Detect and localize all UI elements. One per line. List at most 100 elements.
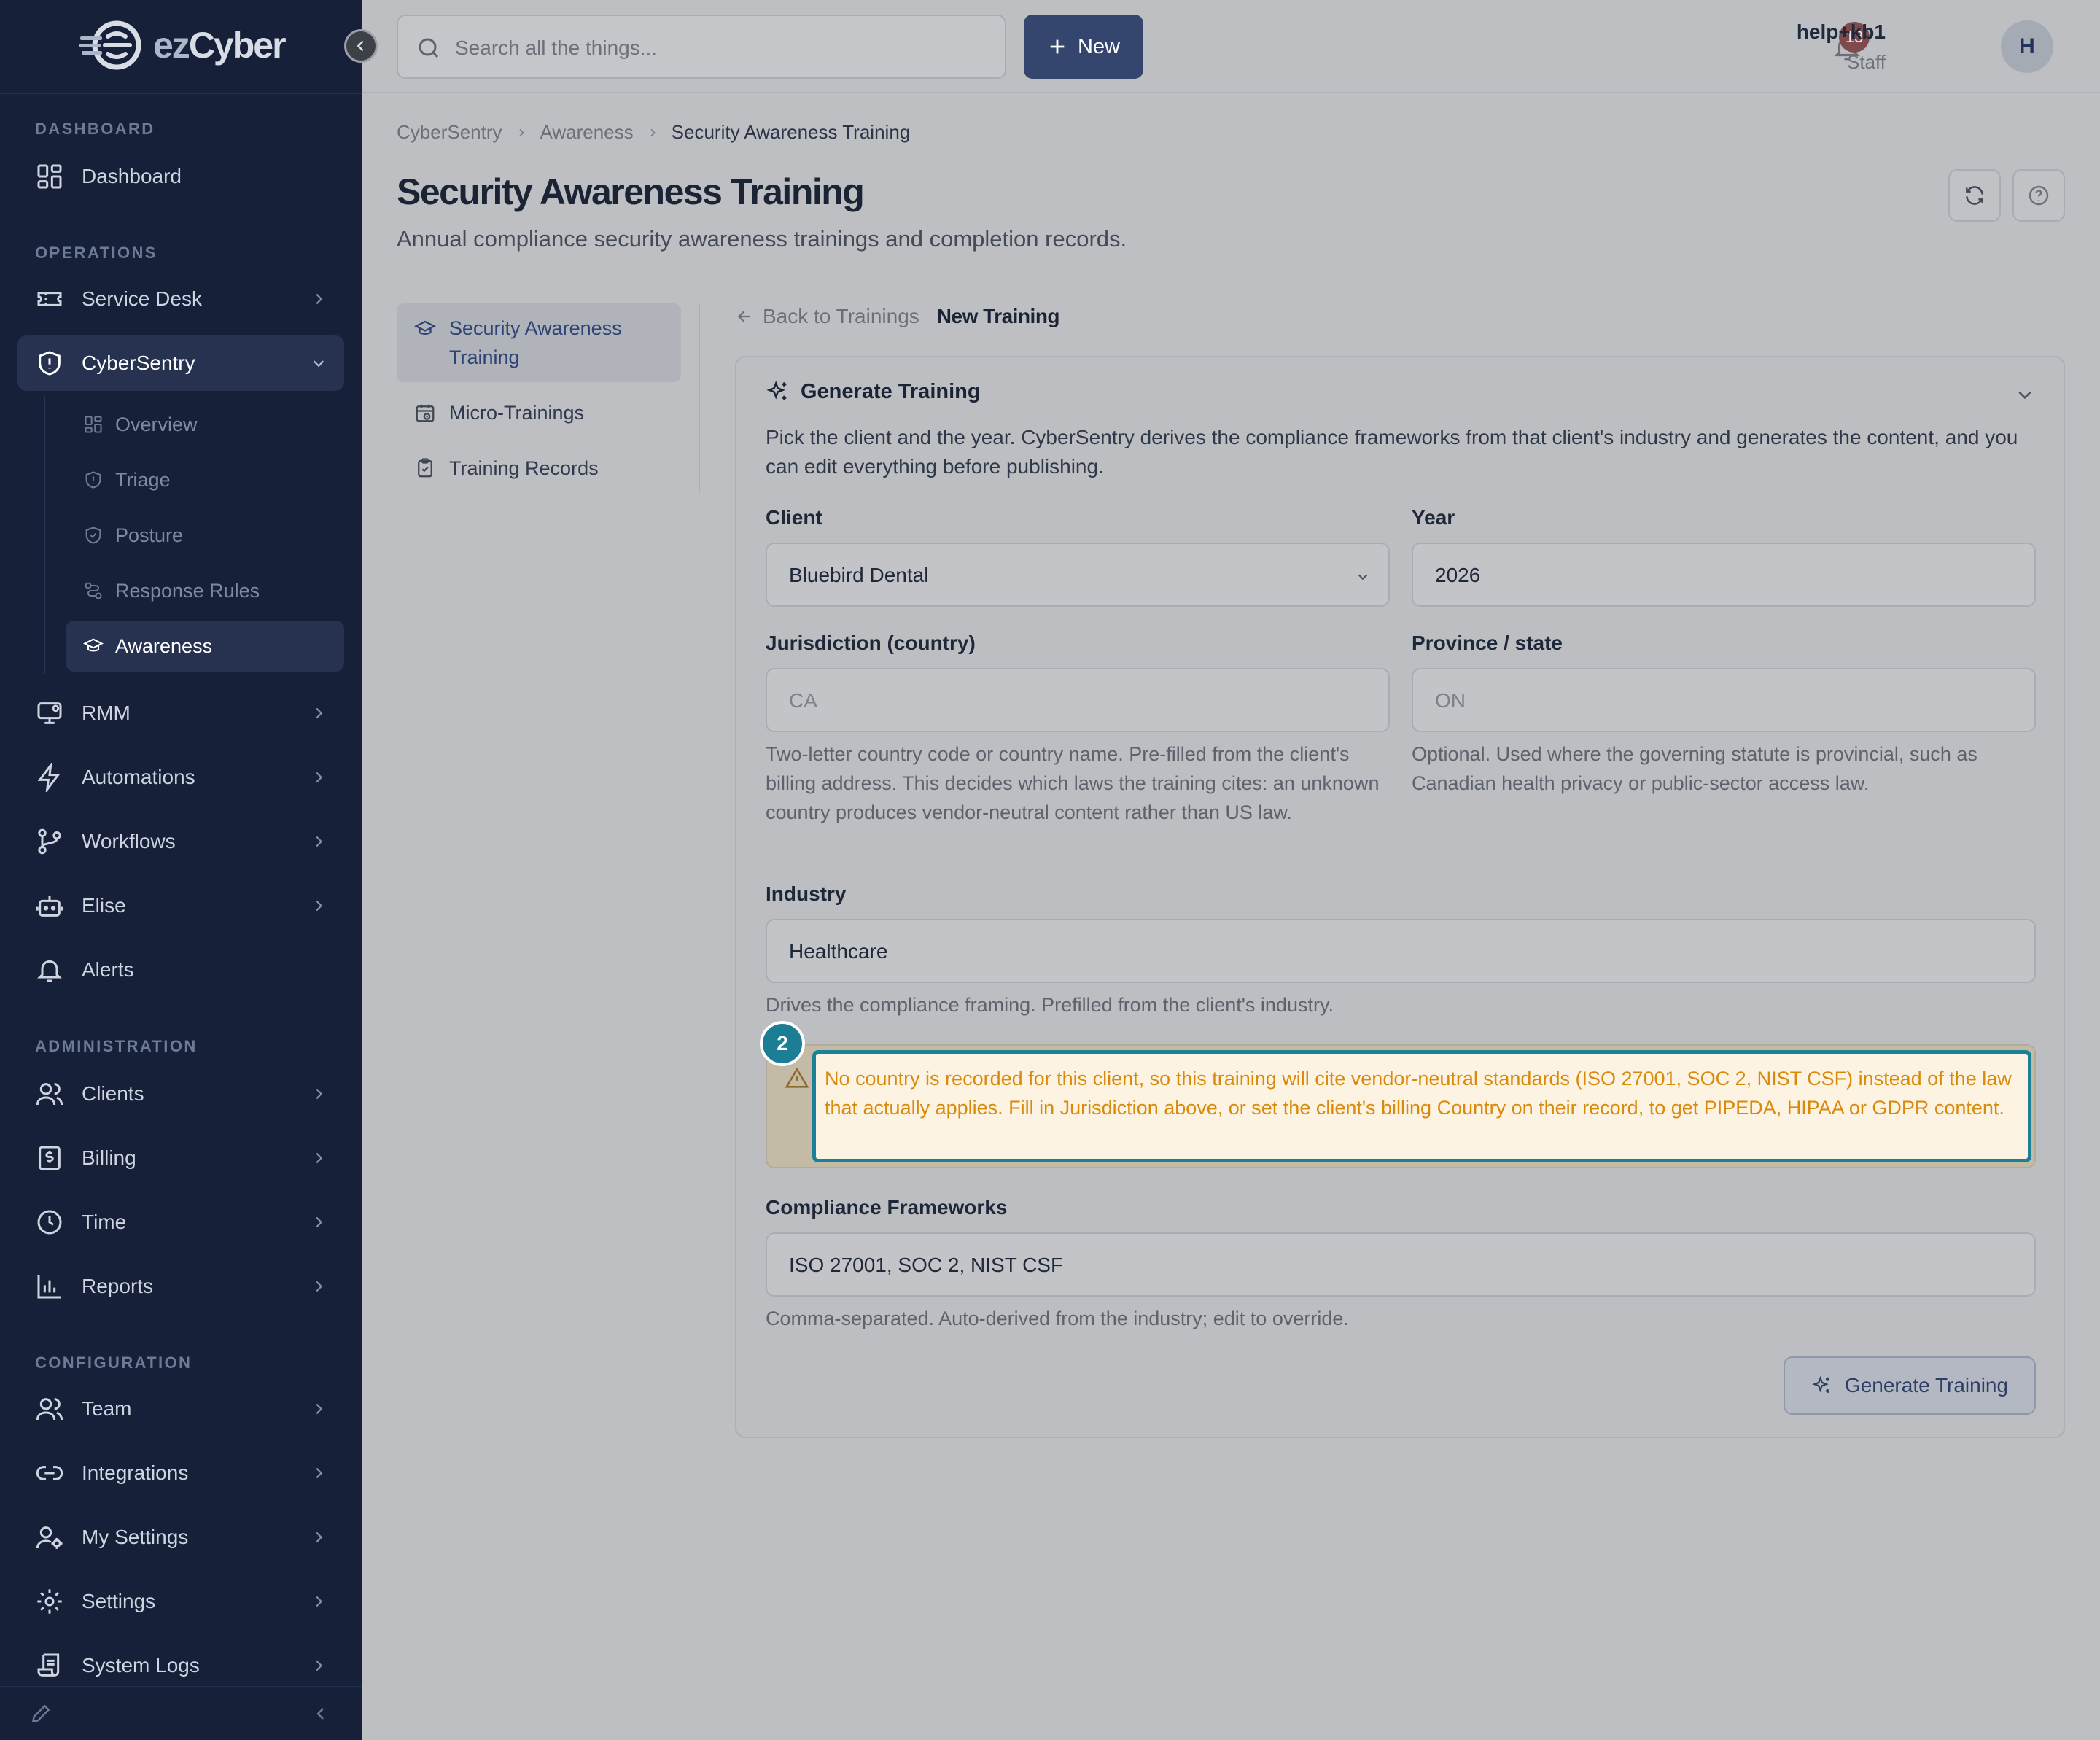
sidebar-item-label: CyberSentry [82, 352, 195, 374]
submenu-guide-line [44, 397, 45, 674]
sidebar-item-elise[interactable]: Elise [18, 878, 344, 933]
jurisdiction-label: Jurisdiction (country) [766, 632, 976, 654]
refresh-icon [1966, 186, 1983, 205]
sidebar-item-cybersentry[interactable]: CyberSentry [18, 335, 344, 391]
avatar[interactable]: H [2001, 20, 2053, 73]
sparkles-icon [1812, 1375, 1829, 1393]
users-icon [35, 1079, 64, 1108]
sidebar-subitem-label: Posture [115, 524, 184, 546]
sidebar-item-team[interactable]: Team [18, 1381, 344, 1437]
refresh-button[interactable] [1948, 169, 2001, 222]
shield-check-icon [83, 525, 104, 545]
sidebar-subitem-awareness[interactable]: Awareness [66, 621, 344, 672]
sidebar-subitem-label: Awareness [115, 634, 213, 657]
sidebar-item-workflows[interactable]: Workflows [18, 814, 344, 869]
card-header[interactable]: Generate Training [766, 379, 981, 404]
sidebar-item-billing[interactable]: Billing [18, 1130, 344, 1186]
frameworks-input[interactable]: ISO 27001, SOC 2, NIST CSF [766, 1232, 2036, 1297]
sidebar-subitem-triage[interactable]: Triage [66, 454, 344, 505]
breadcrumb-cybersentry[interactable]: CyberSentry [397, 121, 502, 144]
user-name[interactable]: help+kb1 [1797, 20, 1886, 44]
industry-input[interactable]: Healthcare [766, 919, 2036, 983]
sidebar-item-time[interactable]: Time [18, 1195, 344, 1250]
generate-training-button[interactable]: Generate Training [1784, 1356, 2036, 1415]
sidebar-subitem-overview[interactable]: Overview [66, 399, 344, 450]
breadcrumb-current: Security Awareness Training [671, 121, 911, 143]
sidebar-item-automations[interactable]: Automations [18, 750, 344, 805]
card-description: Pick the client and the year. CyberSentr… [766, 426, 2018, 478]
user-role: Staff [1846, 51, 1886, 73]
sidebar-item-integrations[interactable]: Integrations [18, 1445, 344, 1501]
shield-icon [83, 470, 104, 490]
grid-icon [83, 414, 104, 435]
bell-icon [35, 955, 64, 984]
sidebar-item-label: System Logs [82, 1654, 200, 1677]
chevron-right-icon [311, 291, 327, 307]
subnav-micro-trainings[interactable]: Micro-Trainings [397, 397, 681, 429]
chevron-right-icon [311, 1529, 327, 1545]
frameworks-label: Compliance Frameworks [766, 1196, 1008, 1219]
sidebar-item-my-settings[interactable]: My Settings [18, 1510, 344, 1565]
province-placeholder: ON [1435, 689, 1466, 712]
sidebar-item-label: Clients [82, 1082, 144, 1105]
collapse-sidebar-icon[interactable] [312, 1705, 330, 1722]
sidebar-item-dashboard[interactable]: Dashboard [18, 149, 344, 204]
pencil-icon[interactable] [29, 1702, 52, 1725]
grid-icon [35, 162, 64, 191]
plus-icon [1050, 39, 1065, 54]
subnav-training-records[interactable]: Training Records [397, 452, 681, 484]
sidebar-item-label: Elise [82, 894, 126, 917]
help-button[interactable] [2012, 169, 2065, 222]
sidebar-item-label: My Settings [82, 1526, 189, 1548]
back-to-trainings-link[interactable]: Back to Trainings [763, 305, 919, 328]
sidebar-subitem-response-rules[interactable]: Response Rules [66, 565, 344, 616]
warning-highlight: No country is recorded for this client, … [812, 1050, 2031, 1162]
province-input[interactable]: ON [1412, 668, 2036, 732]
sidebar-subitem-posture[interactable]: Posture [66, 510, 344, 561]
sidebar-item-label: RMM [82, 702, 131, 724]
sidebar-item-label: Settings [82, 1590, 156, 1612]
breadcrumb-awareness[interactable]: Awareness [540, 121, 634, 144]
chevron-right-icon [311, 834, 327, 850]
jurisdiction-input[interactable]: CA [766, 668, 1390, 732]
section-administration: ADMINISTRATION [35, 1037, 198, 1055]
search-input[interactable]: Search all the things... [397, 15, 1006, 79]
chevron-left-icon [357, 40, 364, 52]
industry-help: Drives the compliance framing. Prefilled… [766, 994, 1334, 1016]
sidebar-item-service-desk[interactable]: Service Desk [18, 271, 344, 327]
ezcyber-logo[interactable]: ezCyber [79, 18, 287, 73]
graduation-cap-icon [82, 636, 104, 656]
sidebar-item-reports[interactable]: Reports [18, 1259, 344, 1314]
client-select[interactable]: Bluebird Dental [766, 543, 1390, 607]
sidebar-item-settings[interactable]: Settings [18, 1574, 344, 1629]
sidebar-item-system-logs[interactable]: System Logs [18, 1638, 344, 1693]
jurisdiction-help: Two-letter country code or country name.… [766, 743, 1380, 823]
sidebar-item-rmm[interactable]: RMM [18, 685, 344, 741]
ticket-icon [35, 284, 64, 314]
sidebar-subitem-label: Triage [115, 468, 171, 491]
province-label: Province / state [1412, 632, 1563, 654]
chevron-down-icon[interactable] [2015, 385, 2034, 404]
current-view-label: New Training [936, 305, 1060, 327]
shield-alert-icon [35, 349, 64, 378]
bar-chart-icon [35, 1272, 64, 1301]
section-dashboard: DASHBOARD [35, 120, 155, 138]
chevron-right-icon [311, 1150, 327, 1166]
sidebar-item-label: Service Desk [82, 287, 202, 310]
province-help: Optional. Used where the governing statu… [1412, 743, 1978, 794]
git-branch-icon [35, 827, 64, 856]
sidebar-toggle-button[interactable] [344, 29, 378, 63]
jurisdiction-warning: No country is recorded for this client, … [766, 1044, 2036, 1168]
chevron-right-icon [650, 128, 656, 136]
card-title: Generate Training [801, 379, 981, 403]
chevron-right-icon [518, 128, 524, 136]
frameworks-value: ISO 27001, SOC 2, NIST CSF [789, 1254, 1064, 1276]
sidebar-item-alerts[interactable]: Alerts [18, 942, 344, 998]
year-input[interactable]: 2026 [1412, 543, 2036, 607]
new-button[interactable]: New [1024, 15, 1143, 79]
warning-text: No country is recorded for this client, … [825, 1068, 2012, 1119]
subnav-security-awareness-training[interactable]: Security Awareness Training [397, 303, 681, 382]
section-configuration: CONFIGURATION [35, 1353, 192, 1372]
sidebar-item-clients[interactable]: Clients [18, 1066, 344, 1122]
bot-icon [35, 891, 64, 920]
